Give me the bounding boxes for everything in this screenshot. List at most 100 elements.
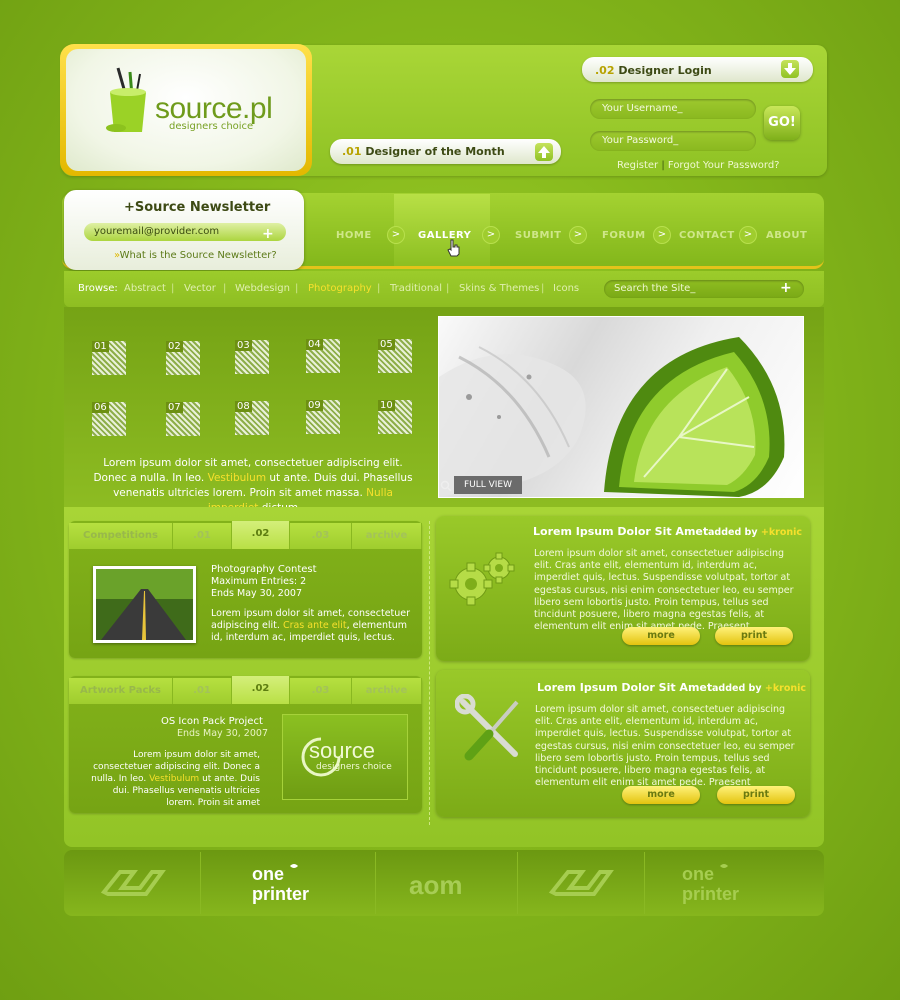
svg-text:one: one	[682, 864, 714, 884]
contest-link[interactable]: Cras ante elit	[283, 620, 347, 631]
newsletter-email-field[interactable]: youremail@provider.com	[84, 223, 286, 241]
thumb-number: 09	[306, 400, 323, 411]
thumb-number: 03	[235, 340, 252, 351]
zoom-icon	[440, 480, 452, 492]
nav-separator-arrow-icon: >	[482, 226, 500, 244]
oneprinter-logo[interactable]: one printer	[678, 862, 774, 904]
article-byline: added by +kronic	[712, 683, 806, 694]
svg-text:one: one	[252, 864, 284, 884]
print-button[interactable]: print	[715, 627, 793, 645]
browse-divider: |	[446, 283, 450, 294]
tab-artwork-02[interactable]: .02	[232, 676, 290, 704]
designer-login-label: .02 Designer Login	[595, 64, 712, 77]
artwork-ends: Ends May 30, 2007	[177, 728, 268, 739]
svg-text:printer: printer	[682, 884, 739, 904]
nav-submit[interactable]: SUBMIT	[515, 230, 561, 241]
footer-divider	[200, 852, 201, 914]
aom-logo[interactable]: aom	[409, 870, 462, 901]
artwork-logo-tagline: designers choice	[316, 762, 392, 772]
artwork-description: Lorem ipsum dolor sit amet, consectetuer…	[88, 749, 260, 809]
forgot-password-link[interactable]: Forgot Your Password?	[668, 160, 780, 171]
gears-icon	[449, 552, 515, 606]
browse-photography[interactable]: Photography	[308, 283, 372, 294]
designer-month-text: Designer of the Month	[365, 145, 505, 158]
footer-divider	[517, 852, 518, 914]
login-link-divider: |	[661, 160, 665, 171]
thumb-number: 05	[378, 339, 395, 350]
nav-forum[interactable]: FORUM	[602, 230, 646, 241]
thumb-number: 10	[378, 400, 395, 411]
designer-month-number: .01	[342, 145, 362, 158]
username-field[interactable]: Your Username_	[590, 99, 756, 119]
artwork-link[interactable]: Vestibulum	[149, 774, 199, 784]
artwork-title: OS Icon Pack Project	[161, 716, 263, 727]
nav-gallery[interactable]: GALLERY	[418, 230, 471, 241]
nav-separator-arrow-icon: >	[569, 226, 587, 244]
featured-image[interactable]	[438, 316, 804, 498]
arrow-down-icon	[784, 63, 796, 75]
browse-label: Browse:	[78, 283, 118, 294]
tools-icon	[455, 694, 519, 761]
more-button[interactable]: more	[622, 786, 700, 804]
paint-cup-icon	[106, 67, 146, 132]
newsletter-info-link[interactable]: »What is the Source Newsletter?	[114, 250, 277, 261]
browse-webdesign[interactable]: Webdesign	[235, 283, 290, 294]
newsletter-title: +Source Newsletter	[124, 200, 271, 215]
tab-competitions-02[interactable]: .02	[232, 521, 290, 549]
more-button[interactable]: more	[622, 627, 700, 645]
register-link[interactable]: Register	[617, 160, 658, 171]
search-submit-button[interactable]: +	[780, 280, 792, 296]
designer-login-text: Designer Login	[618, 64, 712, 77]
browse-icons[interactable]: Icons	[553, 283, 579, 294]
deviantart-logo[interactable]	[548, 866, 614, 900]
login-go-button[interactable]: GO!	[764, 106, 800, 140]
browse-divider: |	[541, 283, 545, 294]
tab-artwork-03[interactable]: .03	[290, 678, 352, 704]
thumb-number: 07	[166, 402, 183, 413]
tab-artwork-packs[interactable]: Artwork Packs	[69, 678, 173, 704]
added-by-label: added by	[708, 527, 758, 538]
print-button[interactable]: print	[717, 786, 795, 804]
browse-divider: |	[295, 283, 299, 294]
designer-login-toggle[interactable]	[781, 60, 799, 78]
oneprinter-logo[interactable]: one printer	[248, 862, 344, 904]
browse-divider: |	[377, 283, 381, 294]
password-field[interactable]: Your Password_	[590, 131, 756, 151]
tab-competitions-archive[interactable]: archive	[352, 523, 422, 549]
tab-artwork-01[interactable]: .01	[173, 678, 232, 704]
article-title[interactable]: Lorem Ipsum Dolor Sit Amet	[537, 681, 712, 694]
browse-skins-themes[interactable]: Skins & Themes	[459, 283, 539, 294]
browse-abstract[interactable]: Abstract	[124, 283, 166, 294]
tab-competitions[interactable]: Competitions	[69, 523, 173, 549]
tab-artwork-archive[interactable]: archive	[352, 678, 422, 704]
browse-divider: |	[223, 283, 227, 294]
thumb-number: 01	[92, 341, 109, 352]
article-author-link[interactable]: +kronic	[765, 683, 806, 694]
contest-photo[interactable]	[93, 566, 196, 643]
newsletter-link-text: What is the Source Newsletter?	[119, 250, 277, 261]
login-links: Register | Forgot Your Password?	[617, 160, 779, 171]
nav-separator-arrow-icon: >	[387, 226, 405, 244]
thumb-number: 02	[166, 341, 183, 352]
designer-month-toggle[interactable]	[535, 143, 553, 161]
article-title[interactable]: Lorem Ipsum Dolor Sit Amet	[533, 525, 708, 538]
article-body: Lorem ipsum dolor sit amet, consectetuer…	[535, 704, 795, 789]
nav-contact[interactable]: CONTACT	[679, 230, 735, 241]
browse-traditional[interactable]: Traditional	[390, 283, 442, 294]
column-divider	[429, 521, 430, 825]
nav-about[interactable]: ABOUT	[766, 230, 807, 241]
added-by-label: added by	[712, 683, 762, 694]
site-search-input[interactable]: Search the Site_	[604, 280, 804, 298]
artwork-logo-text: source	[309, 738, 376, 763]
footer-divider	[375, 852, 376, 914]
newsletter-submit-button[interactable]: +	[262, 226, 274, 242]
nav-home[interactable]: HOME	[336, 230, 372, 241]
tab-competitions-01[interactable]: .01	[173, 523, 232, 549]
article-author-link[interactable]: +kronic	[761, 527, 802, 538]
tab-competitions-03[interactable]: .03	[290, 523, 352, 549]
deviantart-logo[interactable]	[100, 866, 166, 900]
svg-text:printer: printer	[252, 884, 309, 904]
intro-link-vestibulum[interactable]: Vestibulum	[208, 472, 266, 484]
full-view-button[interactable]: FULL VIEW	[454, 476, 522, 494]
browse-vector[interactable]: Vector	[184, 283, 216, 294]
